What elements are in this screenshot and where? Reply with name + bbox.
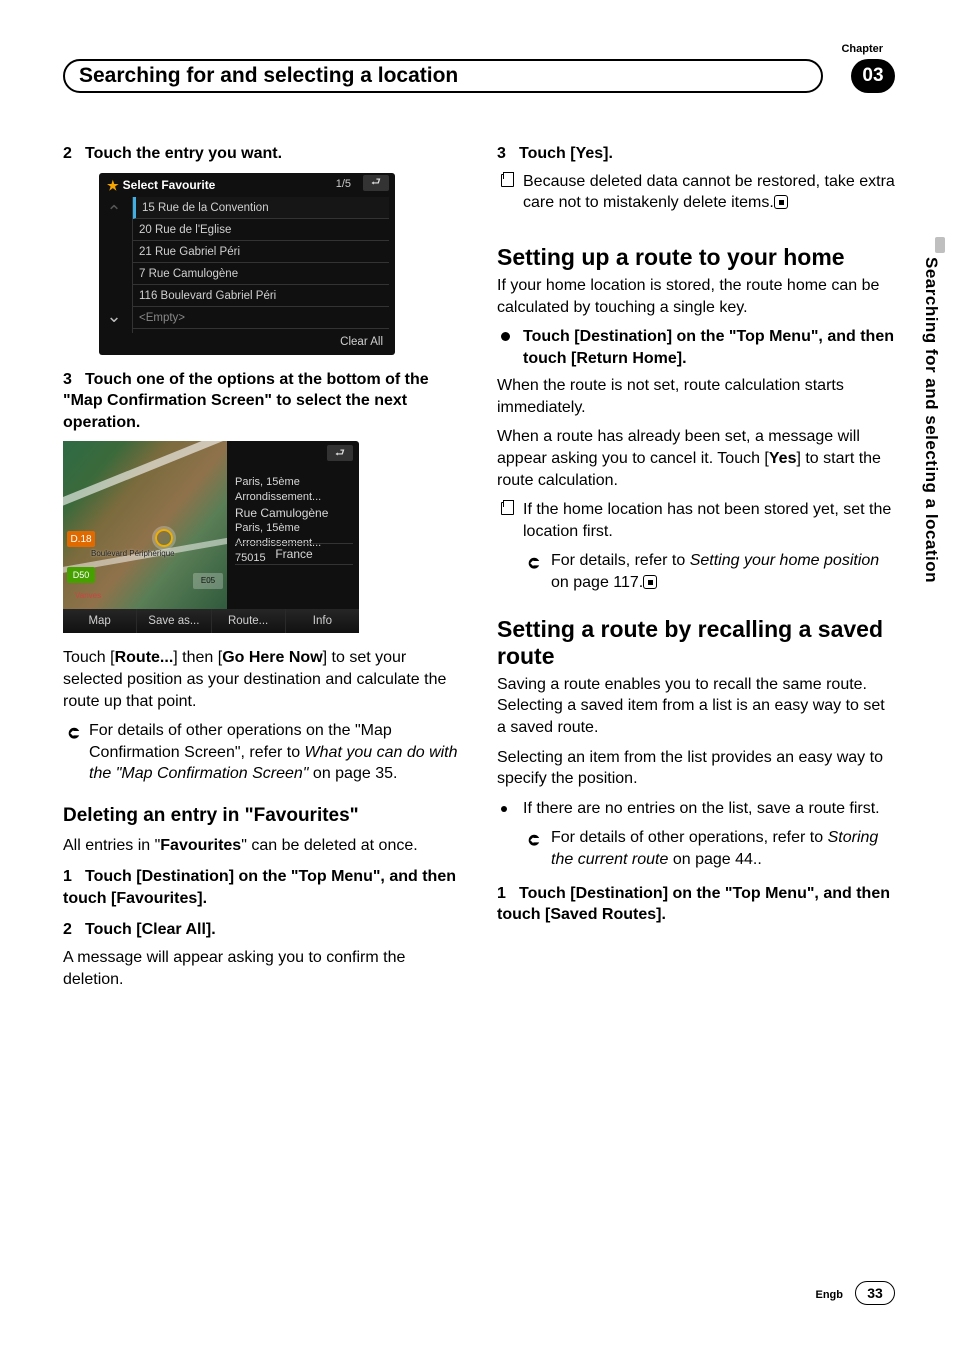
note-icon [501,174,514,187]
footer-page-number: 33 [855,1281,895,1305]
footer-language: Engb [816,1289,844,1301]
del-step-1: 1Touch [Destination] on the "Top Menu", … [63,866,461,909]
side-tab-title: Searching for and selecting a location [921,257,941,583]
fav-row[interactable]: 7 Rue Camulogène [133,263,389,285]
reference-icon: ➲ [527,552,541,575]
home-paragraph-2: When the route is not set, route calcula… [497,375,895,418]
mapshot-badge-green: D50 [67,567,95,583]
reference-icon: ➲ [67,722,81,745]
home-bullet-step: Touch [Destination] on the "Top Menu", a… [497,326,895,369]
mapshot-btn-saveas[interactable]: Save as... [137,609,211,633]
section-end-icon [643,575,657,589]
mapshot-btn-map[interactable]: Map [63,609,137,633]
mapshot-btn-route[interactable]: Route... [212,609,286,633]
del-step-2-paragraph: A message will appear asking you to conf… [63,947,461,990]
del-step-2: 2Touch [Clear All]. [63,919,461,941]
saved-ref: ➲ For details of other operations, refer… [497,827,895,870]
fav-row[interactable]: 116 Boulevard Gabriel Péri [133,285,389,307]
saved-step-1: 1Touch [Destination] on the "Top Menu", … [497,883,895,926]
home-paragraph-3: When a route has already been set, a mes… [497,426,895,491]
mapshot-dist: E05 [193,573,223,589]
bullet-icon [501,332,510,341]
saved-li: If there are no entries on the list, sav… [497,798,895,820]
reference-icon: ➲ [527,829,541,852]
fav-row[interactable]: 21 Rue Gabriel Péri [133,241,389,263]
right-step-3-note: Because deleted data cannot be restored,… [497,171,895,214]
chapter-title-pill: Searching for and selecting a location [63,59,823,93]
mapshot-badge-orange: D.18 [67,531,95,547]
screenshot-map-confirmation: D.18 D50 Boulevard Périphérique Vanves E… [63,441,359,633]
favshot-back-icon[interactable]: ⮐ [363,175,389,191]
favshot-pager: 1/5 [336,177,351,192]
screenshot-select-favourite: ★ Select Favourite 1/5 ⮐ ⌃ ⌄ 15 Rue de l… [99,173,395,355]
mapshot-btn-info[interactable]: Info [286,609,359,633]
star-icon: ★ [107,177,119,195]
home-note: If the home location has not been stored… [497,499,895,542]
left-step-3: 3Touch one of the options at the bottom … [63,369,461,434]
chapter-title: Searching for and selecting a location [79,64,458,88]
favshot-title: ★ Select Favourite [107,177,215,195]
mapshot-area-label: Vanves [75,591,101,602]
side-tab-marker [935,237,945,253]
favshot-scroll-down-icon[interactable]: ⌄ [105,305,123,329]
fav-row[interactable]: 20 Rue de l'Eglise [133,219,389,241]
mapshot-map: D.18 D50 Boulevard Périphérique Vanves E… [63,441,227,609]
mapshot-street-label: Boulevard Périphérique [91,549,175,560]
del-paragraph: All entries in "Favourites" can be delet… [63,835,461,857]
chapter-label: Chapter [841,43,883,55]
saved-paragraph-1: Saving a route enables you to recall the… [497,674,895,739]
home-paragraph-1: If your home location is stored, the rou… [497,275,895,318]
fav-row-empty[interactable]: <Empty> [133,307,389,329]
section-end-icon [774,195,788,209]
saved-paragraph-2: Selecting an item from the list provides… [497,747,895,790]
mapshot-pin-icon [155,529,173,547]
left-route-paragraph: Touch [Route...] then [Go Here Now] to s… [63,647,461,712]
mapshot-country: France [235,543,353,565]
heading-deleting-favourites: Deleting an entry in "Favourites" [63,803,461,829]
right-step-3: 3Touch [Yes]. [497,143,895,165]
chapter-number-badge: 03 [851,59,895,93]
heading-route-home: Setting up a route to your home [497,244,895,271]
left-step-2: 2Touch the entry you want. [63,143,461,165]
home-ref: ➲ For details, refer to Setting your hom… [497,550,895,593]
bullet-icon [501,806,507,812]
mapshot-back-icon[interactable]: ⮐ [327,445,353,461]
left-ref-mapconfirm: ➲ For details of other operations on the… [63,720,461,785]
favshot-clear-all[interactable]: Clear All [340,335,383,351]
note-icon [501,502,514,515]
fav-row[interactable]: 15 Rue de la Convention [133,197,389,219]
favshot-scroll-up-icon[interactable]: ⌃ [105,201,123,225]
heading-saved-route: Setting a route by recalling a saved rou… [497,616,895,670]
